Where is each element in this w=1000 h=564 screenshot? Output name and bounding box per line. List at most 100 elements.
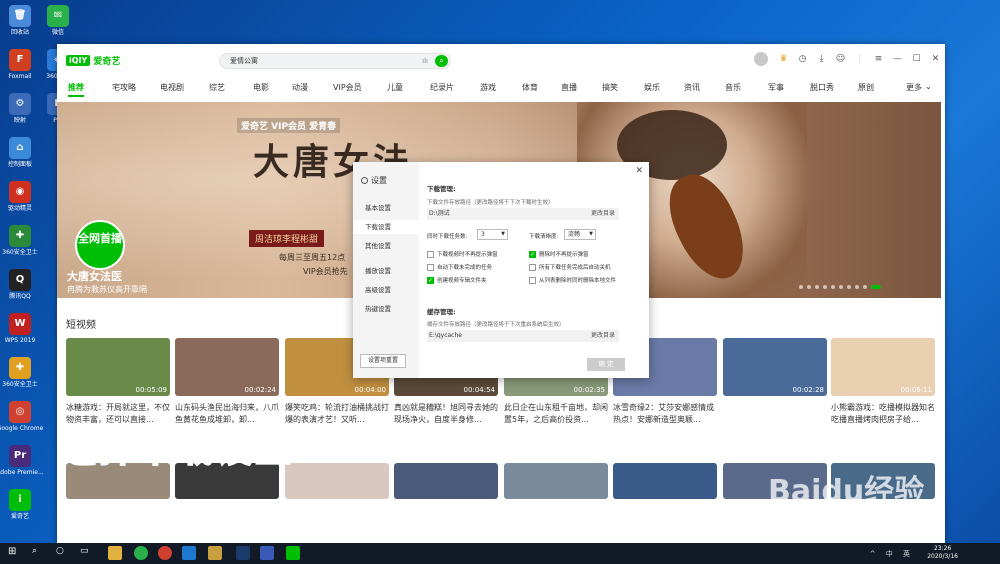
download-path-field[interactable]: D:\测试 更改目录: [427, 208, 619, 220]
nav-tab[interactable]: 娱乐: [644, 82, 660, 93]
task-view-icon[interactable]: ▭: [80, 546, 94, 560]
quality-select[interactable]: 流畅 ▼: [564, 229, 596, 240]
video-thumbnail[interactable]: [504, 463, 608, 499]
carousel-dot[interactable]: [799, 285, 803, 289]
desktop-icon[interactable]: ◎ Google Chrome: [0, 401, 46, 433]
desktop-icon[interactable]: ✚ 360安全卫士: [0, 225, 46, 257]
ok-button[interactable]: 确 定: [587, 358, 625, 371]
desktop-icon[interactable]: Q 腾讯QQ: [0, 269, 46, 301]
nav-tab[interactable]: VIP会员: [333, 82, 362, 93]
video-caption[interactable]: [723, 402, 827, 426]
carousel-dot[interactable]: [855, 285, 859, 289]
file-explorer-icon[interactable]: [108, 546, 122, 560]
nav-tab[interactable]: 推荐: [68, 82, 84, 93]
video-thumbnail[interactable]: [613, 463, 717, 499]
banner-title[interactable]: 大唐女法医: [67, 268, 122, 284]
checkbox[interactable]: ✓: [427, 276, 434, 284]
video-thumbnail[interactable]: 00:05:09: [66, 338, 170, 396]
nav-tab[interactable]: 直播: [561, 82, 577, 93]
video-thumbnail[interactable]: 00:02:28: [723, 338, 827, 396]
carousel-dot[interactable]: [815, 285, 819, 289]
option-checkbox[interactable]: 下载视频时不再提示弹窗: [427, 250, 498, 258]
nav-tab[interactable]: 更多: [906, 82, 922, 93]
search-icon[interactable]: ⌕: [435, 55, 448, 67]
option-checkbox[interactable]: 自动下载未完成的任务: [427, 263, 492, 271]
history-icon[interactable]: ◷: [794, 54, 811, 64]
nav-tab[interactable]: 音乐: [725, 82, 741, 93]
video-thumbnail[interactable]: 00:06:11: [831, 338, 935, 396]
nav-tab[interactable]: 儿童: [387, 82, 403, 93]
system-tray[interactable]: ^ 中 英: [870, 549, 914, 559]
video-caption[interactable]: 小熊霸游戏：吃播模拟器知名吃播直播烤肉把房子给...: [831, 402, 935, 426]
iqiyi-taskbar-icon[interactable]: [286, 546, 300, 560]
maximize-icon[interactable]: ☐: [908, 54, 925, 64]
wechat-icon[interactable]: [134, 546, 148, 560]
nav-tab[interactable]: 军事: [768, 82, 784, 93]
nav-tab[interactable]: 体育: [522, 82, 538, 93]
settings-menu-item[interactable]: 热键设置: [353, 302, 419, 316]
video-thumbnail[interactable]: 00:02:24: [175, 338, 279, 396]
cortana-icon[interactable]: ○: [56, 546, 70, 560]
option-checkbox[interactable]: 从列表删除时同时删除本地文件: [529, 276, 616, 284]
iqiyi-logo[interactable]: iQIY 爱奇艺: [66, 54, 120, 67]
nav-tab[interactable]: 电视剧: [160, 82, 184, 93]
checkbox[interactable]: [529, 276, 536, 284]
nav-tab[interactable]: 脱口秀: [810, 82, 834, 93]
video-caption[interactable]: 此日企在山东租千亩地，却闲置5年，之后高价投资...: [504, 402, 608, 426]
edge-icon[interactable]: [182, 546, 196, 560]
tasks-select[interactable]: 3 ▼: [477, 229, 508, 240]
carousel-dot[interactable]: [807, 285, 811, 289]
video-caption[interactable]: 爆笑吃鸡：轮流打油桶挑战打爆的表演才艺！又听...: [285, 402, 389, 426]
desktop-icon[interactable]: ✉ 微信: [32, 5, 84, 37]
clock[interactable]: 23:26 2020/3/16: [927, 545, 958, 561]
nav-tab[interactable]: 电影: [253, 82, 269, 93]
search-input[interactable]: [230, 55, 410, 67]
video-caption[interactable]: 真凶就是糟糕！旭同寻去她的现场净火，自度半身修...: [394, 402, 498, 426]
option-checkbox[interactable]: 所有下载任务完成后自动关机: [529, 263, 611, 271]
chevron-down-icon[interactable]: ⌄: [925, 82, 932, 91]
reset-settings-button[interactable]: 设置项重置: [360, 354, 406, 368]
nav-tab[interactable]: 搞笑: [602, 82, 618, 93]
desktop-icon[interactable]: W WPS 2019: [0, 313, 46, 345]
settings-menu-item[interactable]: 播放设置: [353, 264, 419, 278]
app-icon[interactable]: [260, 546, 274, 560]
avatar[interactable]: [754, 52, 768, 66]
nav-tab[interactable]: 游戏: [480, 82, 496, 93]
search-icon[interactable]: ⌕: [32, 546, 46, 560]
cache-path-field[interactable]: E:\qycache 更改目录: [427, 330, 619, 342]
video-thumbnail[interactable]: [285, 463, 389, 499]
nav-tab[interactable]: 综艺: [209, 82, 225, 93]
nav-tab[interactable]: 宅攻略: [112, 82, 136, 93]
carousel-dot[interactable]: [831, 285, 835, 289]
settings-menu-item[interactable]: 其他设置: [353, 239, 419, 253]
checkbox[interactable]: ✓: [529, 250, 536, 258]
menu-icon[interactable]: ≡: [870, 54, 887, 64]
carousel-dot[interactable]: [839, 285, 843, 289]
nav-tab[interactable]: 动漫: [292, 82, 308, 93]
vip-crown-icon[interactable]: ♛: [775, 54, 792, 64]
photoshop-icon[interactable]: [236, 546, 250, 560]
game-icon[interactable]: ☺: [832, 54, 849, 64]
chrome-icon[interactable]: [158, 546, 172, 560]
desktop-icon[interactable]: ◉ 驱动精灵: [0, 181, 46, 213]
app-icon[interactable]: [208, 546, 222, 560]
desktop-icon[interactable]: Pr Adobe Premie...: [0, 445, 46, 477]
trending-icon[interactable]: ılı: [422, 57, 428, 65]
option-checkbox[interactable]: ✓ 删除时不再提示弹窗: [529, 250, 589, 258]
desktop-icon[interactable]: i 爱奇艺: [0, 489, 46, 521]
carousel-dot[interactable]: [823, 285, 827, 289]
checkbox[interactable]: [427, 263, 434, 271]
checkbox[interactable]: [529, 263, 536, 271]
carousel-dot[interactable]: [863, 285, 867, 289]
video-thumbnail[interactable]: [394, 463, 498, 499]
checkbox[interactable]: [427, 250, 434, 258]
video-caption[interactable]: 冰雪奇缘2：艾莎安娜感情成热点！安娜新造型奥颖...: [613, 402, 717, 426]
nav-tab[interactable]: 原创: [858, 82, 874, 93]
nav-tab[interactable]: 资讯: [684, 82, 700, 93]
option-checkbox[interactable]: ✓ 创建视频专辑文件夹: [427, 276, 487, 284]
desktop-icon[interactable]: ⌂ 控制面板: [0, 137, 46, 169]
minimize-icon[interactable]: —: [889, 54, 906, 64]
carousel-dot-active[interactable]: [871, 285, 881, 289]
windows-start-icon[interactable]: ⊞: [8, 546, 22, 560]
desktop-icon[interactable]: ✚ 360安全卫士: [0, 357, 46, 389]
